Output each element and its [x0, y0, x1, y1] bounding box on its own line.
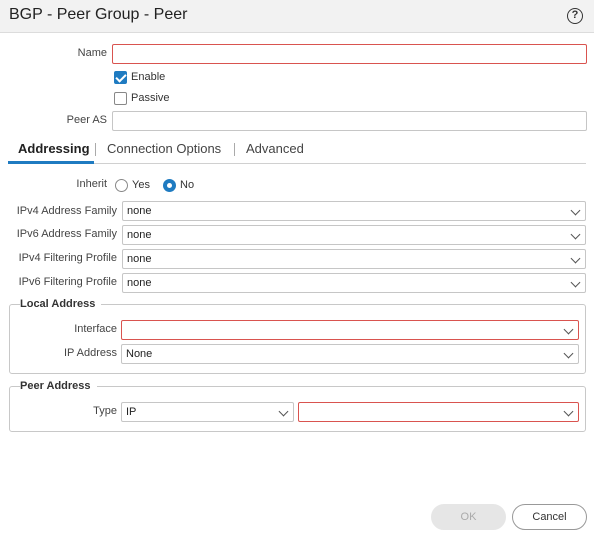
chevron-down-icon: [570, 205, 581, 216]
chevron-down-icon: [570, 229, 581, 240]
tab-addressing[interactable]: Addressing: [18, 141, 90, 156]
chevron-down-icon: [570, 277, 581, 288]
ipv6-fp-value: none: [127, 277, 152, 289]
enable-label: Enable: [131, 71, 166, 83]
ipv6-af-label: IPv6 Address Family: [16, 228, 117, 240]
inherit-no-label: No: [180, 179, 195, 191]
peer-as-input[interactable]: [112, 111, 587, 131]
name-input[interactable]: [112, 44, 587, 64]
cancel-button[interactable]: Cancel: [512, 504, 587, 530]
interface-label: Interface: [74, 323, 117, 335]
passive-label: Passive: [131, 92, 170, 104]
name-label: Name: [77, 47, 107, 59]
peer-type-select[interactable]: IP: [121, 402, 294, 422]
ip-address-label: IP Address: [64, 347, 117, 359]
chevron-down-icon: [570, 253, 581, 264]
active-tab-indicator: [8, 161, 94, 164]
peer-type-value: IP: [126, 406, 137, 418]
inherit-yes-label: Yes: [132, 179, 150, 191]
inherit-yes-radio[interactable]: [115, 179, 128, 192]
ipv4-af-value: none: [127, 205, 152, 217]
inherit-label: Inherit: [76, 178, 107, 190]
peer-as-label: Peer AS: [66, 114, 107, 126]
tab-separator: [234, 143, 235, 156]
ipv6-af-value: none: [127, 229, 152, 241]
ipv6-fp-label: IPv6 Filtering Profile: [18, 276, 117, 288]
tab-bar: Addressing Connection Options Advanced: [8, 138, 586, 164]
dialog-titlebar: BGP - Peer Group - Peer ?: [0, 0, 594, 33]
type-label: Type: [93, 405, 117, 417]
chevron-down-icon: [563, 324, 574, 335]
ipv4-af-label: IPv4 Address Family: [16, 205, 117, 217]
ipv4-fp-value: none: [127, 253, 152, 265]
ipv6-fp-select[interactable]: none: [122, 273, 586, 293]
passive-checkbox[interactable]: [114, 92, 127, 105]
tab-connection-options[interactable]: Connection Options: [107, 141, 221, 156]
chevron-down-icon: [563, 406, 574, 417]
chevron-down-icon: [563, 348, 574, 359]
ipv4-af-select[interactable]: none: [122, 201, 586, 221]
chevron-down-icon: [278, 406, 289, 417]
ipv4-fp-select[interactable]: none: [122, 249, 586, 269]
dialog-title: BGP - Peer Group - Peer: [9, 6, 188, 23]
ipv6-af-select[interactable]: none: [122, 225, 586, 245]
ip-address-select[interactable]: None: [121, 344, 579, 364]
help-icon[interactable]: ?: [567, 8, 583, 24]
interface-select[interactable]: [121, 320, 579, 340]
tab-separator: [95, 143, 96, 156]
ip-address-value: None: [126, 348, 153, 360]
enable-checkbox[interactable]: [114, 71, 127, 84]
local-address-title: Local Address: [20, 298, 102, 310]
ok-button[interactable]: OK: [431, 504, 506, 530]
peer-address-select[interactable]: [298, 402, 579, 422]
ipv4-fp-label: IPv4 Filtering Profile: [18, 252, 117, 264]
inherit-no-radio[interactable]: [163, 179, 176, 192]
tab-advanced[interactable]: Advanced: [246, 141, 304, 156]
peer-address-title: Peer Address: [20, 380, 97, 392]
